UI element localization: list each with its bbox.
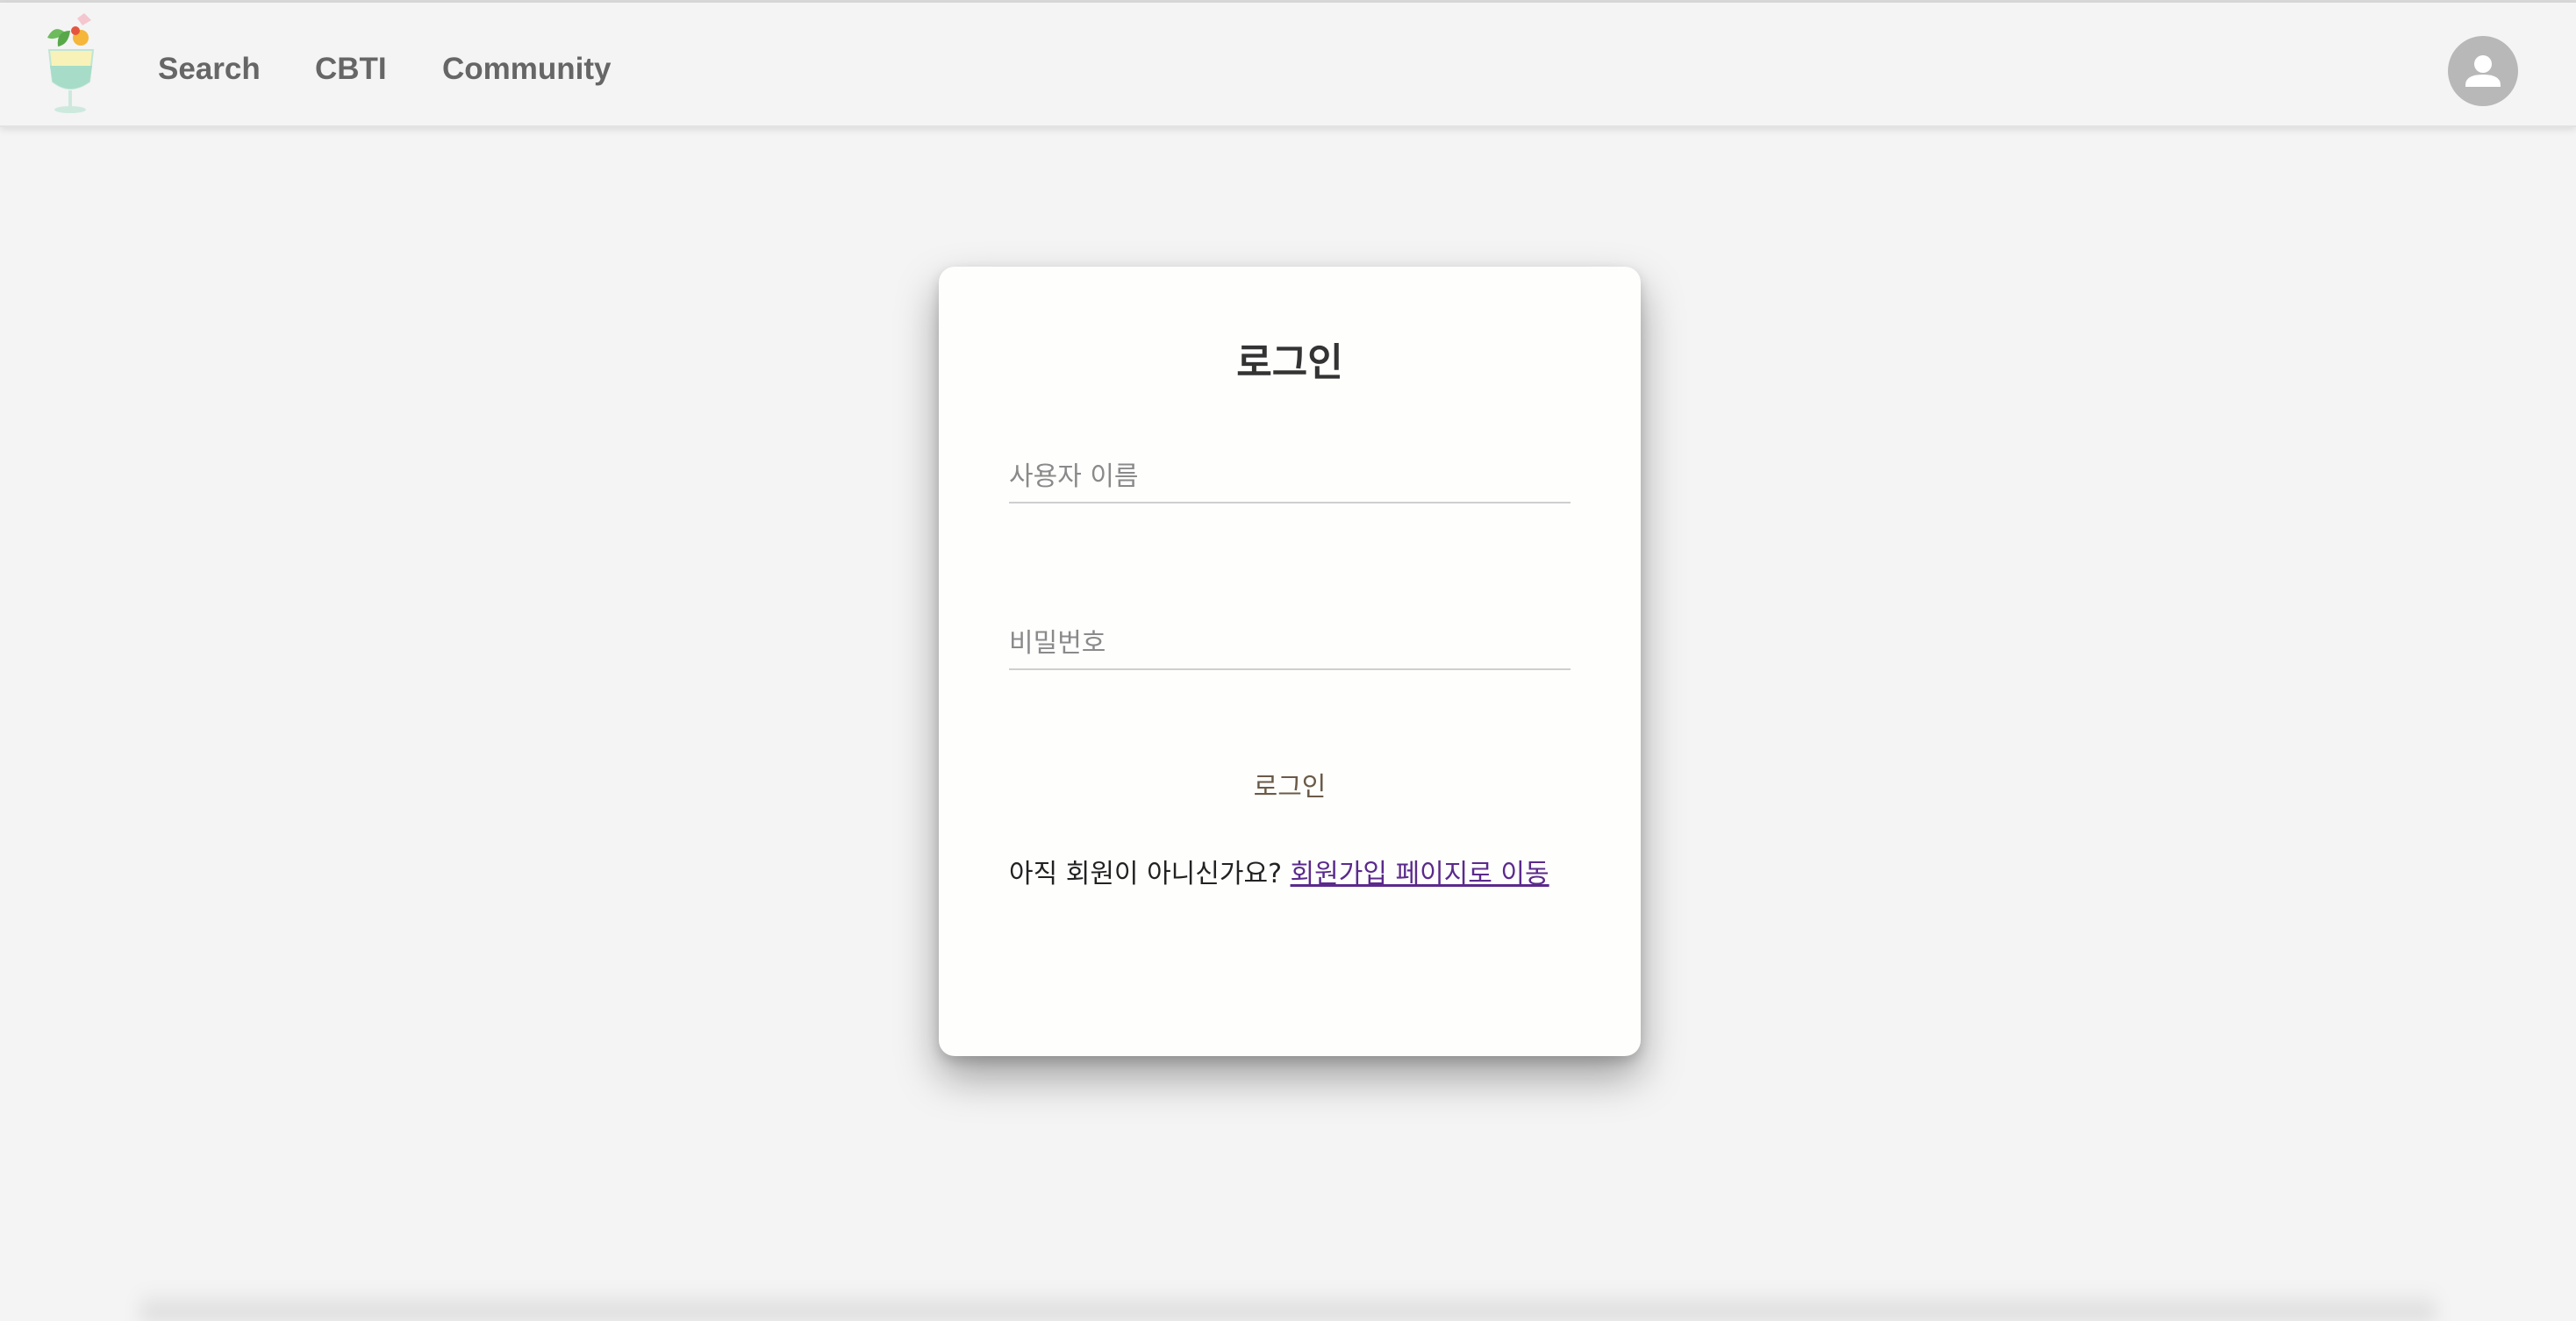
username-input[interactable] xyxy=(1009,451,1571,503)
top-navbar: Search CBTI Community xyxy=(0,3,2576,127)
cocktail-logo-icon[interactable] xyxy=(39,11,102,117)
login-button[interactable]: 로그인 xyxy=(1202,758,1377,810)
bottom-edge-shadow xyxy=(140,1289,2436,1321)
signup-prompt-text: 아직 회원이 아니신가요? xyxy=(1009,859,1282,889)
user-avatar-button[interactable] xyxy=(2448,36,2518,106)
password-input[interactable] xyxy=(1009,618,1571,670)
signup-prompt-row: 아직 회원이 아니신가요? 회원가입 페이지로 이동 xyxy=(1009,853,1606,896)
nav-link-community[interactable]: Community xyxy=(442,52,612,87)
login-card: 로그인 로그인 아직 회원이 아니신가요? 회원가입 페이지로 이동 xyxy=(939,267,1641,1056)
user-icon xyxy=(2465,55,2501,87)
login-title: 로그인 xyxy=(1236,341,1343,384)
nav-link-cbti[interactable]: CBTI xyxy=(315,52,387,87)
nav-link-search[interactable]: Search xyxy=(158,52,261,87)
signup-link[interactable]: 회원가입 페이지로 이동 xyxy=(1291,859,1549,889)
